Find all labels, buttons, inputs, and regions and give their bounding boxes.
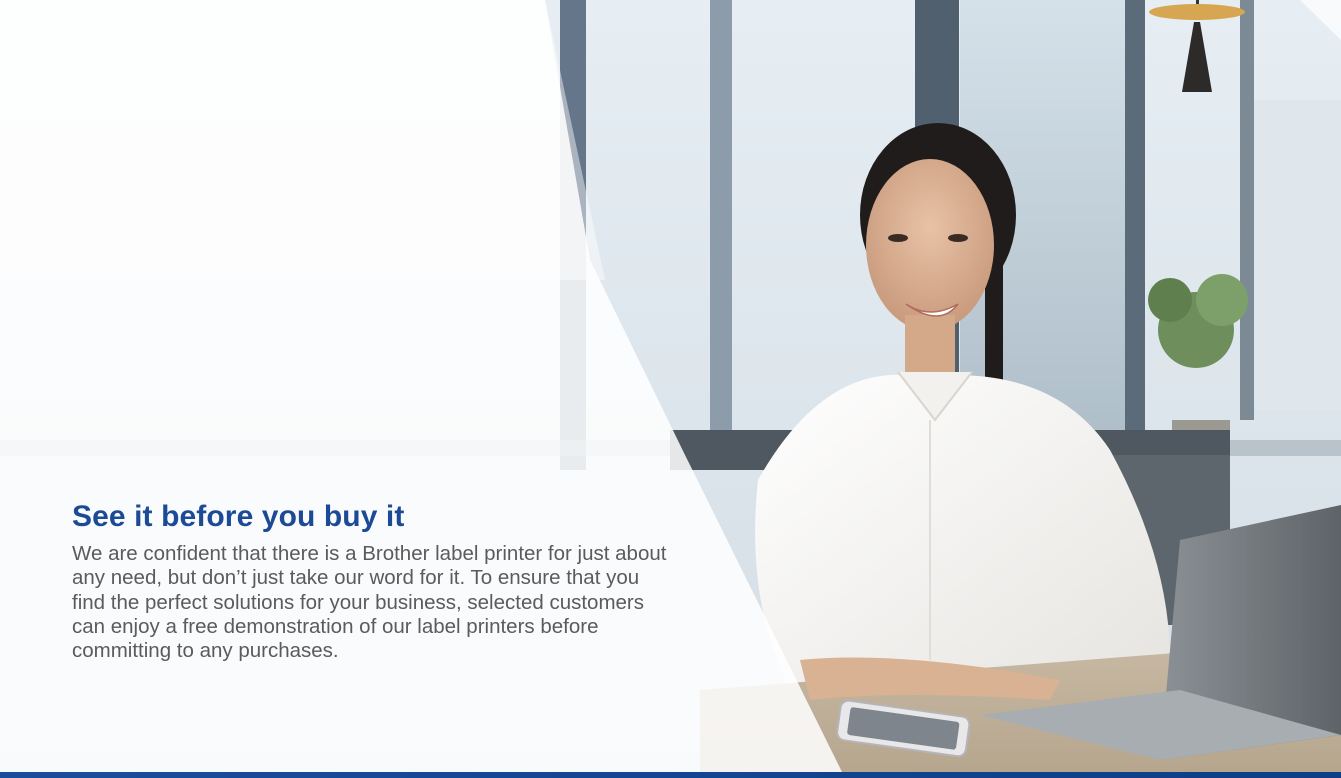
promo-title: See it before you buy it <box>72 500 405 533</box>
hero-banner: See it before you buy it We are confiden… <box>0 0 1341 778</box>
promo-block: See it before you buy it We are confiden… <box>72 498 672 663</box>
promo-body: We are confident that there is a Brother… <box>72 542 667 663</box>
bottom-brand-band <box>0 772 1341 778</box>
